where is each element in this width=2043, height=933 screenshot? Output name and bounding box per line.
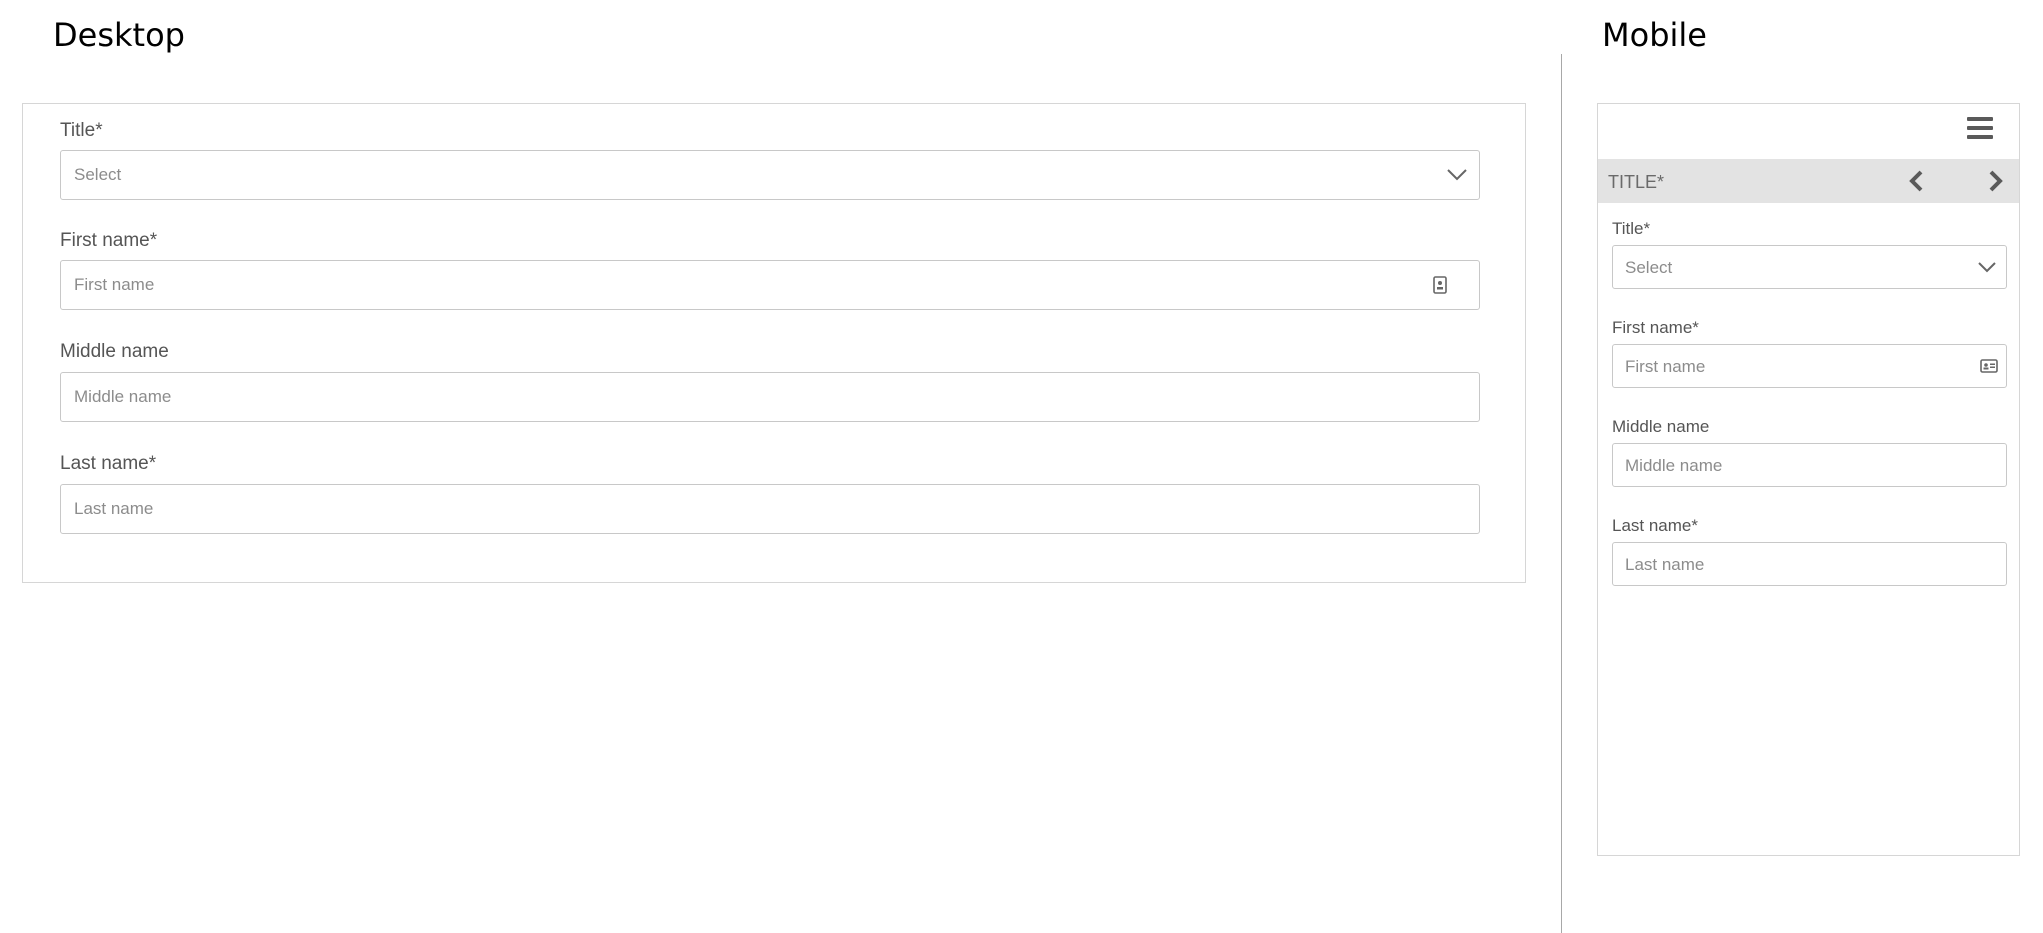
first-name-label: First name* — [60, 230, 158, 251]
title-select-value: Select — [74, 165, 122, 184]
mobile-title-label: Title* — [1612, 219, 1651, 238]
section-divider — [1561, 54, 1562, 933]
mobile-last-name-input[interactable]: Last name — [1612, 542, 2007, 586]
desktop-form-panel: Title* Select First name* First name Mid… — [22, 103, 1526, 583]
step-navigation-bar: TITLE* — [1598, 159, 2019, 203]
contact-card-icon — [1978, 345, 2000, 387]
mobile-form-panel: TITLE* Title* Select First name* First n… — [1597, 103, 2020, 856]
contact-card-icon — [1431, 261, 1449, 309]
desktop-section-label: Desktop — [53, 16, 185, 54]
mobile-middle-name-label: Middle name — [1612, 417, 1710, 436]
mobile-section-label: Mobile — [1602, 16, 1707, 54]
mobile-top-bar — [1598, 104, 2019, 159]
chevron-down-icon — [1443, 151, 1471, 199]
chevron-right-icon[interactable] — [1983, 168, 2009, 194]
mobile-first-name-placeholder: First name — [1625, 357, 1706, 376]
middle-name-input[interactable]: Middle name — [60, 372, 1480, 422]
hamburger-menu-icon[interactable] — [1967, 117, 1993, 143]
chevron-left-icon[interactable] — [1903, 168, 1929, 194]
mobile-last-name-placeholder: Last name — [1625, 555, 1705, 574]
title-label: Title* — [60, 120, 103, 141]
first-name-input[interactable]: First name — [60, 260, 1480, 310]
middle-name-label: Middle name — [60, 341, 169, 362]
last-name-placeholder: Last name — [74, 499, 154, 518]
mobile-last-name-label: Last name* — [1612, 516, 1698, 535]
mobile-first-name-label: First name* — [1612, 318, 1699, 337]
chevron-down-icon — [1974, 246, 2000, 288]
mobile-middle-name-placeholder: Middle name — [1625, 456, 1723, 475]
mobile-title-select-value: Select — [1625, 258, 1673, 277]
last-name-label: Last name* — [60, 453, 157, 474]
middle-name-placeholder: Middle name — [74, 387, 172, 406]
last-name-input[interactable]: Last name — [60, 484, 1480, 534]
mobile-middle-name-input[interactable]: Middle name — [1612, 443, 2007, 487]
title-select[interactable]: Select — [60, 150, 1480, 200]
mobile-title-select[interactable]: Select — [1612, 245, 2007, 289]
first-name-placeholder: First name — [74, 275, 155, 294]
mobile-first-name-input[interactable]: First name — [1612, 344, 2007, 388]
step-title: TITLE* — [1608, 172, 1665, 192]
